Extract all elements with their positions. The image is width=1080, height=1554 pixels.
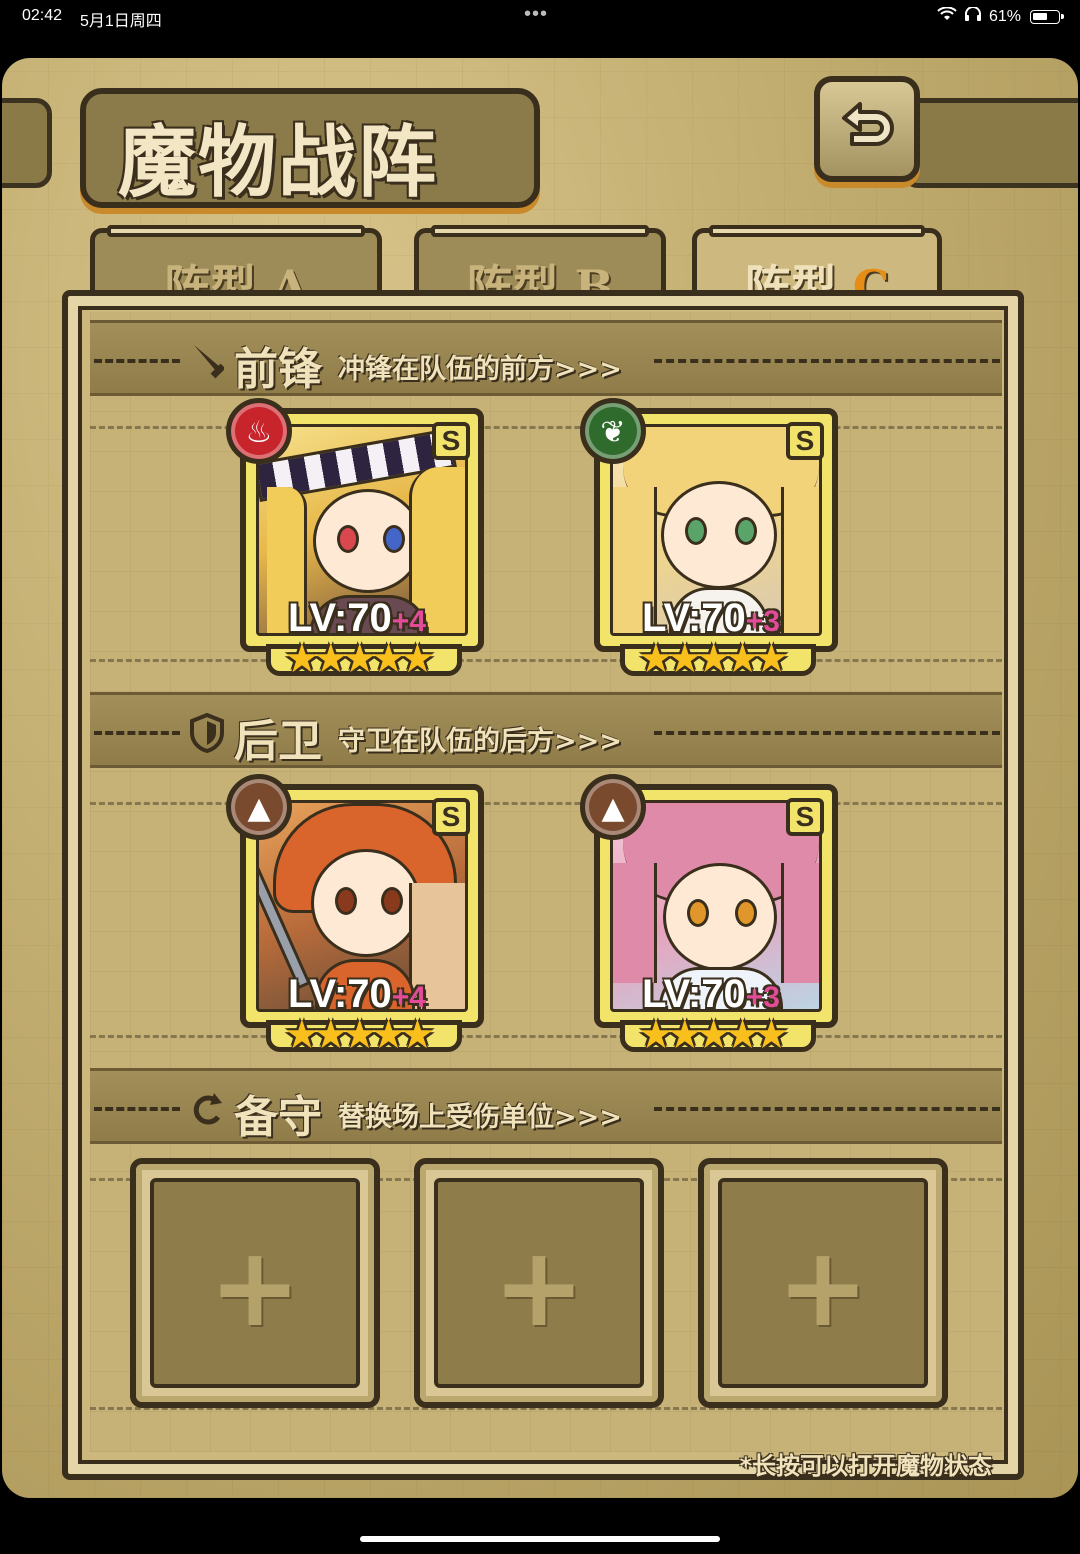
portrait-eye [337, 525, 359, 553]
star-rating: ★★★★★ [284, 1012, 435, 1058]
header-stripe-left [2, 98, 52, 188]
unit-level: LV:70+3 [642, 972, 780, 1016]
unit-level: LV:70+4 [288, 596, 426, 640]
section-rear-header: 后卫 守卫在队伍的后方>>> [90, 692, 1002, 768]
section-rear-title: 后卫 [234, 716, 322, 767]
section-rear-desc: 守卫在队伍的后方>>> [338, 726, 622, 757]
portrait-face [663, 863, 777, 971]
section-front-header: 前锋 冲锋在队伍的前方>>> [90, 320, 1002, 396]
section-reserve-header: 备守 替换场上受伤单位>>> [90, 1068, 1002, 1144]
portrait-eye [685, 517, 707, 545]
tab-rail [431, 225, 649, 237]
rear-unit-card-1[interactable]: ▲ S LV:70+4 ★★★★★ [226, 774, 484, 1058]
portrait-eye [687, 899, 709, 927]
dash-right [654, 1107, 1000, 1111]
wifi-icon [937, 6, 957, 26]
battery-tip [1061, 13, 1064, 19]
dash-left [94, 1107, 180, 1111]
star-rating: ★★★★★ [638, 636, 789, 682]
leaf-element-icon: ❦ [580, 398, 646, 464]
add-icon: + [208, 1223, 302, 1351]
sword-icon [190, 341, 226, 390]
portrait-eye [735, 899, 757, 927]
portrait-hair [781, 863, 819, 983]
game-screen: 魔物战阵 阵型 A 阵型 B 阵型 C 前锋 冲锋在队伍的前方>>> 后卫 守卫… [2, 58, 1078, 1498]
long-press-hint: *长按可以打开魔物状态 [739, 1452, 992, 1480]
section-reserve-desc: 替换场上受伤单位>>> [338, 1102, 622, 1133]
slot-inner: + [434, 1178, 644, 1388]
rear-unit-card-2[interactable]: ▲ S LV:70+3 ★★★★★ [580, 774, 838, 1058]
status-date: 5月1日周四 [80, 13, 162, 30]
battery-percent: 61% [988, 7, 1021, 25]
reserve-slot-3[interactable]: + [698, 1158, 948, 1408]
page-title: 魔物战阵 [118, 117, 439, 208]
rear-row [90, 802, 1002, 1038]
slot-inner: + [150, 1178, 360, 1388]
star-rating: ★★★★★ [284, 636, 435, 682]
reserve-slot-1[interactable]: + [130, 1158, 380, 1408]
home-indicator[interactable] [360, 1536, 720, 1542]
star-rating: ★★★★★ [638, 1012, 789, 1058]
portrait-face [311, 849, 421, 957]
reserve-slot-2[interactable]: + [414, 1158, 664, 1408]
front-unit-card-1[interactable]: ♨ S LV:70+4 ★★★★★ [226, 398, 484, 682]
portrait-hair [781, 487, 819, 633]
dash-left [94, 731, 180, 735]
portrait-eye [335, 887, 357, 915]
slot-inner: + [718, 1178, 928, 1388]
status-right: 61% [937, 6, 1064, 26]
rank-badge: S [432, 422, 470, 460]
section-reserve-title: 备守 [234, 1092, 322, 1143]
add-icon: + [776, 1223, 870, 1351]
tab-rail [107, 225, 365, 237]
portrait-eye [383, 525, 405, 553]
mountain-element-icon: ▲ [226, 774, 292, 840]
battery-icon [1030, 9, 1064, 24]
shield-icon [190, 712, 224, 762]
return-arrow-icon [842, 102, 894, 146]
portrait-face [313, 489, 423, 593]
dash-left [94, 359, 180, 363]
portrait-hair [613, 863, 657, 983]
multitasking-dots-icon[interactable]: ••• [524, 3, 548, 26]
add-icon: + [492, 1223, 586, 1351]
dash-right [654, 731, 1000, 735]
portrait-face [661, 481, 777, 589]
unit-level: LV:70+3 [642, 596, 780, 640]
back-button[interactable] [814, 76, 920, 182]
status-bar: 02:42 5月1日周四 ••• 61% [0, 0, 1080, 34]
section-front-title: 前锋 [234, 344, 322, 395]
rank-badge: S [786, 798, 824, 836]
portrait-eye [381, 887, 403, 915]
swap-icon [190, 1089, 224, 1138]
battery-fill [1033, 12, 1047, 20]
front-unit-card-2[interactable]: ❦ S LV:70+3 ★★★★★ [580, 398, 838, 682]
portrait-eye [735, 517, 757, 545]
unit-level: LV:70+4 [288, 972, 426, 1016]
header-stripe-right [902, 98, 1078, 188]
front-row [90, 426, 1002, 662]
section-front-desc: 冲锋在队伍的前方>>> [338, 354, 622, 385]
rank-badge: S [432, 798, 470, 836]
title-plate: 魔物战阵 [80, 88, 540, 208]
mountain-element-icon: ▲ [580, 774, 646, 840]
tab-rail [709, 225, 925, 237]
status-time: 02:42 [22, 7, 63, 24]
headphones-icon [963, 6, 983, 26]
rank-badge: S [786, 422, 824, 460]
fire-element-icon: ♨ [226, 398, 292, 464]
dash-right [654, 359, 1000, 363]
